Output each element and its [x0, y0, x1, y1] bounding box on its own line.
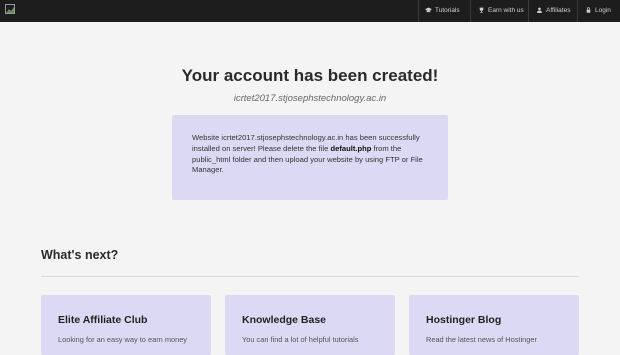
- nav-earn-label: Earn with us: [488, 7, 524, 14]
- card-elite-affiliate-club[interactable]: Elite Affiliate Club Looking for an easy…: [41, 295, 211, 355]
- nav-tutorials[interactable]: Tutorials: [425, 0, 460, 22]
- card-title: Knowledge Base: [242, 314, 327, 326]
- page-title: Your account has been created!: [181, 66, 439, 85]
- domain-name: icrtet2017.stjosephstechnology.ac.in: [233, 93, 387, 104]
- nav-affiliates[interactable]: Affiliates: [536, 0, 570, 22]
- broken-logo-icon[interactable]: [5, 4, 15, 14]
- nav-earn-with-us[interactable]: Earn with us: [478, 0, 524, 22]
- graduation-cap-icon: [425, 7, 432, 13]
- nav-login-label: Login: [595, 7, 611, 14]
- nav-divider: [528, 0, 529, 22]
- nav-divider: [577, 0, 578, 22]
- nav-divider: [418, 0, 419, 22]
- card-hostinger-blog[interactable]: Hostinger Blog Read the latest news of H…: [409, 295, 579, 355]
- nav-login[interactable]: Login: [585, 0, 611, 22]
- user-icon: [537, 7, 542, 13]
- card-knowledge-base[interactable]: Knowledge Base You can find a lot of hel…: [225, 295, 395, 355]
- whats-next-heading: What's next?: [41, 248, 119, 262]
- nav-tutorials-label: Tutorials: [435, 7, 460, 14]
- lock-icon: [586, 7, 591, 13]
- notice-filename: default.php: [330, 143, 372, 153]
- section-divider: [41, 276, 579, 277]
- top-navbar: Tutorials Earn with us Affiliates Login: [0, 0, 620, 22]
- install-notice: Website icrtet2017.stjosephstechnology.a…: [172, 115, 448, 200]
- card-title: Hostinger Blog: [426, 314, 502, 326]
- nav-divider: [470, 0, 471, 22]
- nav-affiliates-label: Affiliates: [546, 7, 571, 14]
- card-title: Elite Affiliate Club: [58, 314, 148, 326]
- trophy-icon: [479, 7, 484, 13]
